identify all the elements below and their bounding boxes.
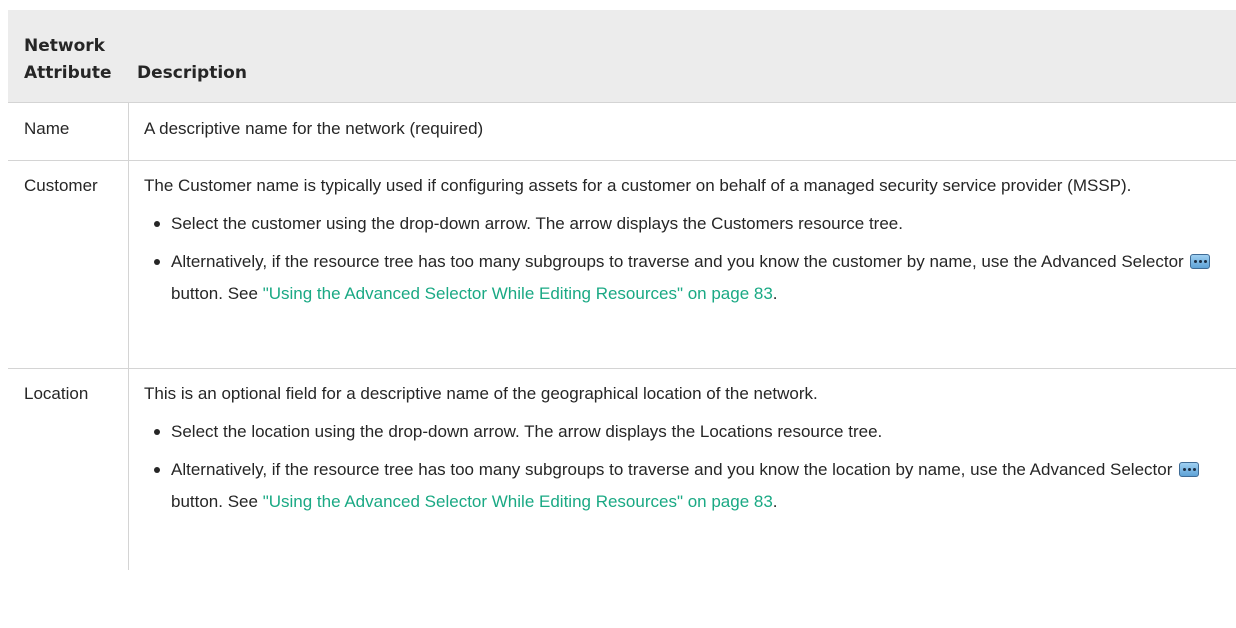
attribute-name: Name (8, 103, 129, 160)
bullet-text: button. See (171, 284, 258, 303)
bullet-text: Alternatively, if the resource tree has … (171, 252, 1184, 271)
header-network-attribute: Network Attribute (24, 36, 112, 83)
table-row-location: Location This is an optional field for a… (8, 369, 1236, 570)
bullet-icon (154, 429, 160, 435)
description-name: A descriptive name for the network (requ… (129, 103, 1236, 160)
list-item: Alternatively, if the resource tree has … (154, 246, 1228, 310)
bullet-list: Select the customer using the drop-down … (144, 208, 1228, 310)
bullet-list: Select the location using the drop-down … (144, 416, 1228, 518)
attribute-location: Location (8, 369, 129, 570)
advanced-selector-link[interactable]: "Using the Advanced Selector While Editi… (263, 492, 773, 511)
network-attributes-table: Network Attribute Description Name A des… (8, 10, 1236, 570)
advanced-selector-icon (1190, 254, 1211, 269)
page: Network Attribute Description Name A des… (0, 0, 1236, 628)
description-customer: The Customer name is typically used if c… (129, 161, 1236, 368)
table-row-customer: Customer The Customer name is typically … (8, 161, 1236, 369)
attribute-customer: Customer (8, 161, 129, 368)
table-row-name: Name A descriptive name for the network … (8, 103, 1236, 161)
bullet-text: Alternatively, if the resource tree has … (171, 460, 1173, 479)
period: . (772, 492, 778, 511)
bullet-icon (154, 467, 160, 473)
advanced-selector-icon (1179, 462, 1200, 477)
table-header: Network Attribute Description (8, 10, 1236, 103)
description-text: The Customer name is typically used if c… (144, 176, 1132, 195)
bullet-text: Select the location using the drop-down … (171, 422, 883, 441)
list-item: Alternatively, if the resource tree has … (154, 454, 1228, 518)
bullet-icon (154, 221, 160, 227)
list-item: Select the location using the drop-down … (154, 416, 1228, 448)
bullet-icon (154, 259, 160, 265)
description-text: This is an optional field for a descript… (144, 384, 818, 403)
list-item: Select the customer using the drop-down … (154, 208, 1228, 240)
period: . (772, 284, 778, 303)
bullet-text: Select the customer using the drop-down … (171, 214, 903, 233)
description-location: This is an optional field for a descript… (129, 369, 1236, 570)
description-text: A descriptive name for the network (requ… (144, 119, 484, 138)
header-description: Description (137, 63, 247, 83)
advanced-selector-link[interactable]: "Using the Advanced Selector While Editi… (263, 284, 773, 303)
bullet-text: button. See (171, 492, 258, 511)
